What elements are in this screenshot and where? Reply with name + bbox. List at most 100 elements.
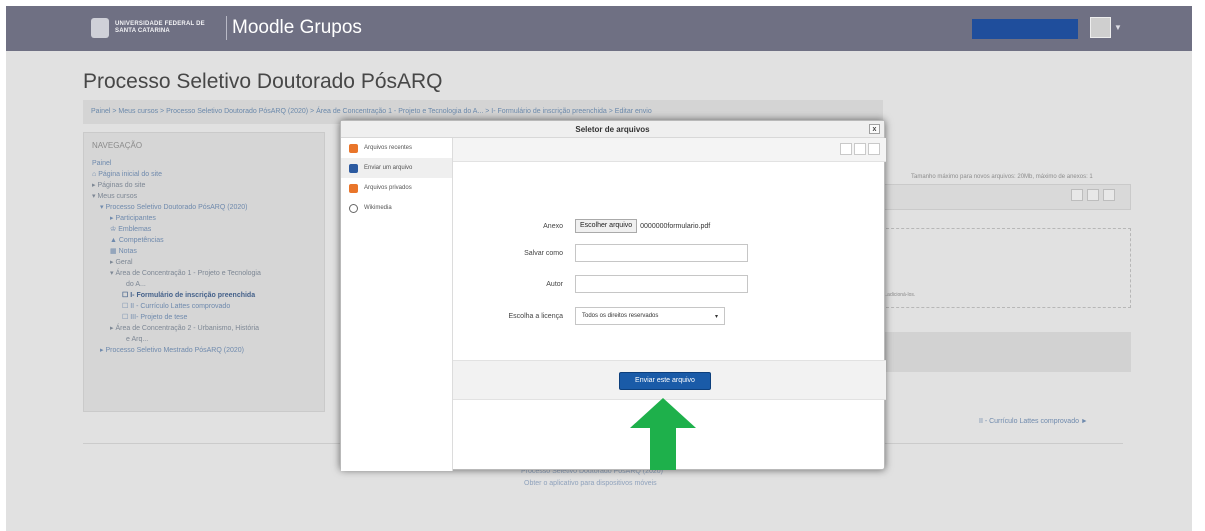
license-selected-value: Todos os direitos reservados bbox=[582, 313, 659, 319]
nav-item-site-home[interactable]: ⌂ Página inicial do site bbox=[92, 169, 316, 180]
user-menu-name-redacted[interactable] bbox=[972, 19, 1078, 39]
nav-item-lattes[interactable]: ☐ II - Currículo Lattes comprovado bbox=[92, 301, 316, 312]
nav-item-course-mestrado[interactable]: ▸ Processo Seletivo Mestrado PósARQ (202… bbox=[92, 345, 316, 356]
green-arrow-icon bbox=[630, 398, 696, 470]
tree-view-icon[interactable] bbox=[868, 143, 880, 155]
author-row: Autor bbox=[453, 275, 748, 293]
navbar-divider bbox=[226, 16, 227, 40]
license-label: Escolha a licença bbox=[508, 312, 563, 320]
nav-item-label: Processo Seletivo Doutorado PósARQ (2020… bbox=[105, 204, 248, 211]
page: UNIVERSIDADE FEDERAL DE SANTA CATARINA M… bbox=[6, 6, 1192, 531]
nav-item-thesis-project[interactable]: ☐ III- Projeto de tese bbox=[92, 312, 316, 323]
picker-view-buttons bbox=[840, 143, 880, 155]
nav-item-my-courses[interactable]: ▾ Meus cursos bbox=[92, 191, 316, 202]
list-view-icon[interactable] bbox=[854, 143, 866, 155]
repo-label: Arquivos recentes bbox=[364, 145, 413, 151]
nav-item-label: Geral bbox=[115, 259, 133, 266]
dialog-title: Seletor de arquivos bbox=[575, 125, 650, 134]
file-drop-area[interactable] bbox=[881, 228, 1131, 308]
nav-item-site-pages[interactable]: ▸ Páginas do site bbox=[92, 180, 316, 191]
repository-list: Arquivos recentes Enviar um arquivo Arqu… bbox=[341, 138, 453, 471]
license-select[interactable]: Todos os direitos reservados ▾ bbox=[575, 307, 725, 325]
nav-item-label: II - Currículo Lattes comprovado bbox=[130, 303, 231, 310]
repo-private-files[interactable]: Arquivos privados bbox=[341, 178, 452, 198]
author-input[interactable] bbox=[575, 275, 748, 293]
university-logo[interactable]: UNIVERSIDADE FEDERAL DE SANTA CATARINA bbox=[91, 16, 231, 40]
form-buttons-panel bbox=[881, 332, 1131, 372]
grid-view-icon[interactable] bbox=[1071, 189, 1083, 201]
chosen-file-name: 0000000formulario.pdf bbox=[640, 222, 711, 230]
screenshot-frame: UNIVERSIDADE FEDERAL DE SANTA CATARINA M… bbox=[0, 0, 1205, 531]
license-row: Escolha a licença Todos os direitos rese… bbox=[453, 307, 725, 325]
assignment-icon: ☐ bbox=[122, 314, 131, 321]
university-seal-icon bbox=[91, 18, 109, 38]
nav-item-label: Área de Concentração 1 - Projeto e Tecno… bbox=[115, 270, 261, 277]
nav-item-area-1-cont[interactable]: do A... bbox=[92, 279, 316, 290]
site-name[interactable]: Moodle Grupos bbox=[232, 17, 362, 39]
filemanager-view-buttons bbox=[1071, 189, 1115, 201]
chevron-down-icon: ▾ bbox=[714, 314, 718, 320]
repo-upload-file[interactable]: Enviar um arquivo bbox=[341, 158, 452, 178]
page-title: Processo Seletivo Doutorado PósARQ bbox=[83, 70, 443, 93]
close-icon[interactable]: x bbox=[869, 124, 880, 134]
chevron-down-icon[interactable]: ▼ bbox=[1114, 23, 1122, 32]
picker-toolbar bbox=[453, 138, 886, 162]
navbar: UNIVERSIDADE FEDERAL DE SANTA CATARINA M… bbox=[6, 6, 1192, 51]
attachment-label: Anexo bbox=[543, 222, 563, 230]
nav-item-label: Participantes bbox=[115, 215, 156, 222]
assignment-icon: ☐ bbox=[122, 303, 131, 310]
nav-item-badges[interactable]: ♔ Emblemas bbox=[92, 224, 316, 235]
repo-label: Wikimedia bbox=[364, 205, 392, 211]
repo-recent-files[interactable]: Arquivos recentes bbox=[341, 138, 452, 158]
nav-item-label: Página inicial do site bbox=[98, 171, 163, 178]
save-as-row: Salvar como bbox=[453, 244, 748, 262]
nav-item-label: Páginas do site bbox=[97, 182, 146, 189]
nav-item-label: I- Formulário de inscrição preenchida bbox=[130, 292, 256, 299]
nav-item-label: Processo Seletivo Mestrado PósARQ (2020) bbox=[105, 347, 244, 354]
avatar[interactable] bbox=[1090, 17, 1111, 38]
nav-item-label: Notas bbox=[118, 248, 137, 255]
private-files-icon bbox=[349, 183, 358, 193]
repo-label: Arquivos privados bbox=[364, 185, 412, 191]
university-name: UNIVERSIDADE FEDERAL DE SANTA CATARINA bbox=[115, 21, 205, 34]
nav-item-label: Meus cursos bbox=[97, 193, 138, 200]
max-size-note: Tamanho máximo para novos arquivos: 20Mb… bbox=[911, 174, 1093, 180]
nav-item-label: Área de Concentração 2 - Urbanismo, Hist… bbox=[115, 325, 260, 332]
dialog-header: Seletor de arquivos x bbox=[341, 121, 884, 138]
drop-hint: ...adicioná-los. bbox=[883, 292, 916, 298]
file-picker-dialog: Seletor de arquivos x Arquivos recentes … bbox=[340, 120, 886, 471]
nav-item-painel[interactable]: Painel bbox=[92, 158, 316, 169]
nav-item-area-2[interactable]: ▸ Área de Concentração 2 - Urbanismo, Hi… bbox=[92, 323, 316, 334]
nav-item-participants[interactable]: ▸ Participantes bbox=[92, 213, 316, 224]
list-view-icon[interactable] bbox=[1087, 189, 1099, 201]
save-as-label: Salvar como bbox=[524, 249, 563, 257]
repo-wikimedia[interactable]: Wikimedia bbox=[341, 198, 452, 218]
author-label: Autor bbox=[546, 280, 563, 288]
footer-mobile-app-link[interactable]: Obter o aplicativo para dispositivos móv… bbox=[524, 480, 657, 487]
grid-view-icon[interactable] bbox=[840, 143, 852, 155]
repo-label: Enviar um arquivo bbox=[364, 165, 413, 171]
save-as-input[interactable] bbox=[575, 244, 748, 262]
tree-view-icon[interactable] bbox=[1103, 189, 1115, 201]
next-activity-link[interactable]: II - Currículo Lattes comprovado ► bbox=[979, 418, 1088, 425]
choose-file-button[interactable]: Escolher arquivo bbox=[575, 219, 638, 233]
badge-icon: ♔ bbox=[110, 226, 119, 233]
nav-item-competencies[interactable]: ▲ Competências bbox=[92, 235, 316, 246]
competency-icon: ▲ bbox=[110, 237, 119, 244]
upload-file-button[interactable]: Enviar este arquivo bbox=[619, 372, 711, 390]
attachment-row: Anexo Escolher arquivo 0000000formulario… bbox=[453, 219, 710, 233]
wikimedia-icon bbox=[349, 203, 358, 213]
nav-item-area-1[interactable]: ▾ Área de Concentração 1 - Projeto e Tec… bbox=[92, 268, 316, 279]
nav-item-grades[interactable]: ▦ Notas bbox=[92, 246, 316, 257]
grades-icon: ▦ bbox=[110, 248, 119, 255]
recent-files-icon bbox=[349, 143, 358, 153]
nav-item-area-2-cont[interactable]: e Arq... bbox=[92, 334, 316, 345]
nav-item-label: Emblemas bbox=[118, 226, 152, 233]
nav-item-label: III- Projeto de tese bbox=[130, 314, 188, 321]
nav-item-form-active[interactable]: ☐ I- Formulário de inscrição preenchida bbox=[92, 290, 316, 301]
upload-icon bbox=[349, 163, 358, 173]
nav-item-general[interactable]: ▸ Geral bbox=[92, 257, 316, 268]
nav-item-course-doutorado[interactable]: ▾ Processo Seletivo Doutorado PósARQ (20… bbox=[92, 202, 316, 213]
nav-item-label: Competências bbox=[118, 237, 164, 244]
dialog-button-bar: Enviar este arquivo bbox=[453, 360, 886, 400]
